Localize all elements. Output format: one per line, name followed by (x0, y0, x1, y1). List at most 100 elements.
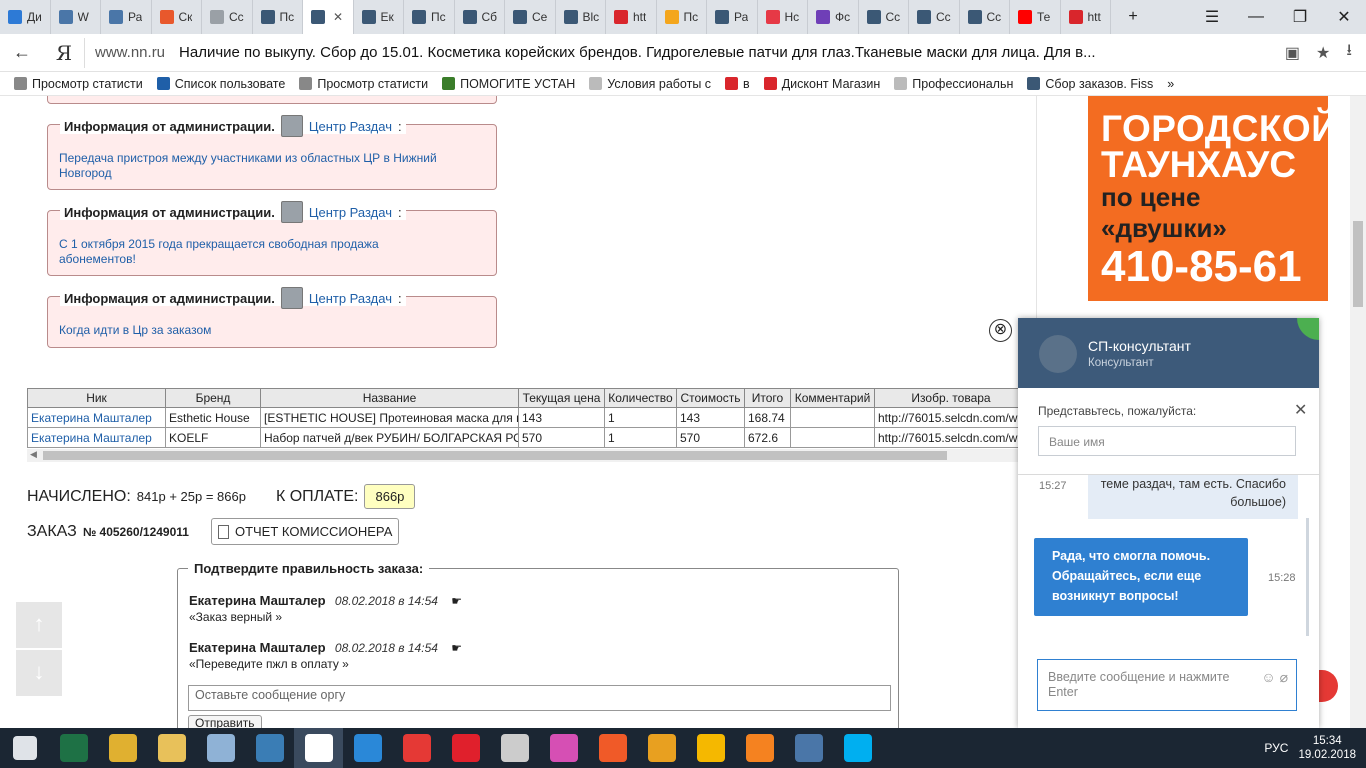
taskbar-start-icon[interactable] (0, 728, 49, 768)
browser-tab[interactable]: Сс (859, 0, 909, 34)
scroll-left-icon[interactable]: ◀ (30, 449, 37, 460)
tab-close-icon[interactable]: ✕ (333, 10, 343, 24)
user-link[interactable]: Екатерина Машталер (27, 407, 166, 428)
browser-tab[interactable]: Сс (960, 0, 1010, 34)
message-to-org-input[interactable]: Оставьте сообщение оргу (188, 685, 891, 711)
browser-tab[interactable]: Сс (202, 0, 253, 34)
bookmark-item[interactable]: Список пользовате (143, 77, 285, 91)
chat-scrollbar[interactable] (1306, 518, 1309, 636)
browser-tab[interactable]: ✕ (303, 0, 354, 34)
document-icon (217, 524, 229, 539)
browser-tab[interactable]: Пс (253, 0, 303, 34)
paperclip-icon[interactable]: ⌀ (1280, 669, 1288, 685)
admin-link[interactable]: Центр Раздач (309, 119, 392, 134)
bookmarks-more-button[interactable]: » (1153, 77, 1174, 91)
download-icon[interactable]: ⭳ (1346, 39, 1352, 66)
horizontal-scrollbar[interactable]: ◀ (27, 449, 1027, 462)
browser-tab[interactable]: Те (1010, 0, 1061, 34)
user-link[interactable]: Екатерина Машталер (27, 427, 166, 448)
browser-tab[interactable]: Ди (0, 0, 51, 34)
send-button[interactable]: Отправить (188, 715, 262, 728)
taskbar-chrome-icon[interactable] (98, 728, 147, 768)
taskbar-apps-icon[interactable] (588, 728, 637, 768)
browser-tab[interactable]: htt (1061, 0, 1111, 34)
new-tab-button[interactable]: + (1111, 8, 1155, 26)
browser-tab[interactable]: Ра (707, 0, 758, 34)
bookmark-item[interactable]: Условия работы с (575, 77, 711, 91)
taskbar-gg-icon[interactable] (637, 728, 686, 768)
browser-tab[interactable]: Ра (101, 0, 152, 34)
lock-icon[interactable]: ▣ (1285, 43, 1300, 63)
commission-report-button[interactable]: ОТЧЕТ КОМИССИОНЕРА (210, 518, 400, 545)
back-button[interactable]: ← (0, 42, 44, 63)
close-icon[interactable]: ✕ (1294, 400, 1307, 420)
scroll-up-button[interactable]: ↑ (16, 602, 62, 648)
bookmark-item[interactable]: Просмотр статисти (0, 77, 143, 91)
admin-info-link[interactable]: Передача пристроя между участниками из о… (59, 151, 479, 181)
browser-tab[interactable]: Сб (455, 0, 505, 34)
browser-tab[interactable]: Blc (556, 0, 606, 34)
table-cell (790, 427, 875, 448)
table-header-cell: Ник (27, 388, 166, 408)
ad-banner[interactable]: ГОРОДСКОЙ ТАУНХАУС по цене «двушки» 410-… (1088, 96, 1338, 301)
taskbar-game-icon[interactable] (245, 728, 294, 768)
emoji-icon[interactable]: ☺ (1261, 669, 1275, 685)
taskbar-excel-icon[interactable] (49, 728, 98, 768)
table-cell: Esthetic House (165, 407, 261, 428)
yandex-logo-button[interactable]: Я (44, 41, 84, 65)
browser-tab[interactable]: Пс (657, 0, 707, 34)
taskbar-media-icon[interactable] (196, 728, 245, 768)
scroll-down-button[interactable]: ↓ (16, 650, 62, 696)
admin-link[interactable]: Центр Раздач (309, 205, 392, 220)
browser-tab[interactable]: Сс (909, 0, 960, 34)
maximize-button[interactable]: ❐ (1278, 7, 1322, 27)
taskbar-skype-icon[interactable] (833, 728, 882, 768)
minimize-button[interactable]: — (1234, 8, 1278, 26)
language-indicator[interactable]: РУС (1264, 741, 1288, 755)
taskbar-mail-icon[interactable] (686, 728, 735, 768)
tab-strip: Ди W Ра Ск Сс Пс ✕ Ек Пс Сб Се Blc htt Пс Ра Нс Фс Сс Сс Сс… (0, 0, 1366, 34)
chat-message-consultant: Рада, что смогла помочь. Обращайтесь, ес… (1034, 538, 1248, 616)
charged-summary: НАЧИСЛЕНО: 841р + 25р = 866р К ОПЛАТЕ: 8… (27, 484, 416, 509)
browser-tab[interactable]: Се (505, 0, 556, 34)
bookmark-item[interactable]: Просмотр статисти (285, 77, 428, 91)
app-icon (549, 734, 578, 762)
menu-button[interactable]: ☰ (1190, 7, 1234, 27)
taskbar-paint-icon[interactable] (539, 728, 588, 768)
close-icon[interactable]: ⊗ (989, 319, 1012, 342)
bookmark-item[interactable]: ПОМОГИТЕ УСТАН (428, 77, 575, 91)
close-button[interactable]: ✕ (1322, 7, 1366, 27)
taskbar-yandex-icon[interactable] (294, 728, 343, 768)
bookmark-item[interactable]: в (711, 77, 750, 91)
bookmark-star-icon[interactable]: ★ (1316, 43, 1330, 63)
browser-tab[interactable]: Пс (404, 0, 455, 34)
browser-tab[interactable]: htt (606, 0, 657, 34)
browser-tab[interactable]: W (51, 0, 101, 34)
taskbar-explorer-icon[interactable] (147, 728, 196, 768)
admin-info-link[interactable]: С 1 октября 2015 года прекращается свобо… (59, 237, 419, 267)
taskbar-disc-icon[interactable] (490, 728, 539, 768)
admin-link[interactable]: Центр Раздач (309, 291, 392, 306)
taskbar-ok-icon[interactable] (735, 728, 784, 768)
admin-info-link[interactable]: Когда идти в Цр за заказом (59, 323, 479, 338)
scrollbar-thumb[interactable] (1353, 221, 1363, 307)
scrollbar-thumb[interactable] (43, 451, 947, 460)
browser-tab[interactable]: Ск (152, 0, 202, 34)
app-icon (794, 734, 823, 762)
vertical-scrollbar[interactable] (1350, 96, 1366, 728)
name-input[interactable]: Ваше имя (1038, 426, 1296, 456)
taskbar-opera-icon[interactable] (441, 728, 490, 768)
taskbar-search-icon[interactable] (343, 728, 392, 768)
bookmark-item[interactable]: Дисконт Магазин (750, 76, 881, 91)
browser-tab[interactable]: Ек (354, 0, 404, 34)
bookmark-item[interactable]: Сбор заказов. Fiss (1013, 77, 1153, 91)
url-field[interactable]: www.nn.ru Наличие по выкупу. Сбор до 15.… (84, 37, 1271, 68)
browser-tab[interactable]: Нс (758, 0, 808, 34)
bookmark-label: Дисконт Магазин (781, 76, 881, 91)
bookmark-item[interactable]: Профессиональн (880, 77, 1013, 91)
taskbar-vk-icon[interactable] (784, 728, 833, 768)
clock[interactable]: 15:34 19.02.2018 (1298, 734, 1356, 762)
browser-tab[interactable]: Фс (808, 0, 859, 34)
chat-message-input[interactable]: Введите сообщение и нажмите Enter ☺ ⌀ (1037, 659, 1297, 711)
taskbar-yandex-browser-icon[interactable] (392, 728, 441, 768)
